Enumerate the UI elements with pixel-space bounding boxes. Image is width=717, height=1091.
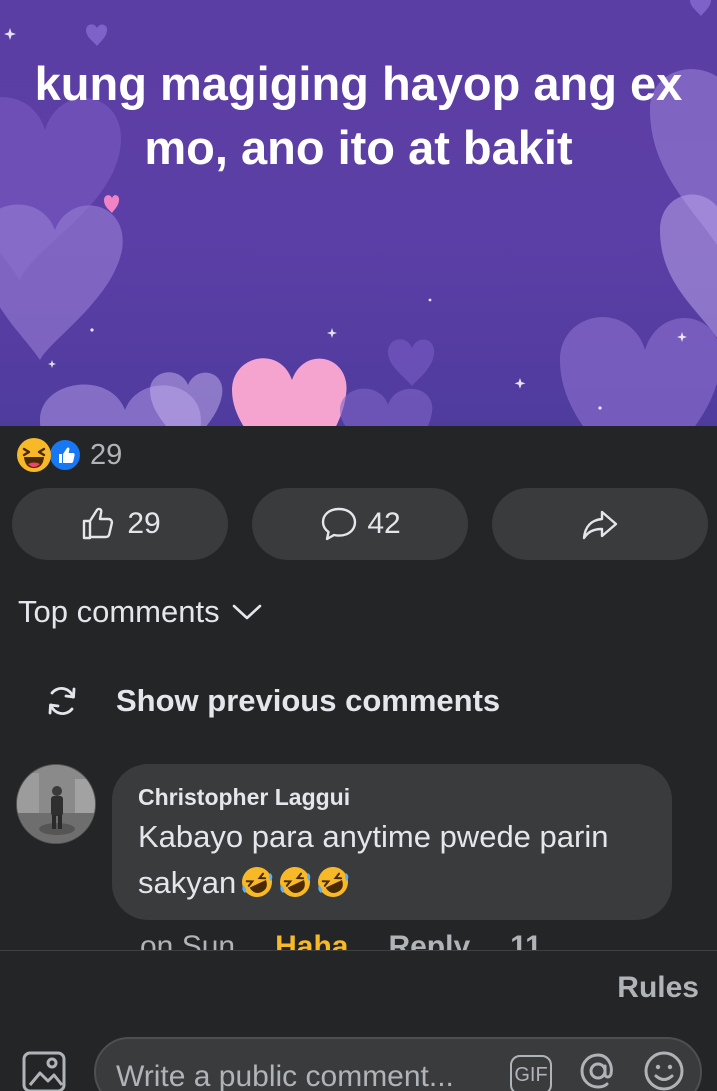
like-button[interactable]: 29 [12, 488, 228, 560]
comment-button[interactable]: 42 [252, 488, 468, 560]
comment-sort-dropdown[interactable]: Top comments [18, 588, 262, 636]
show-previous-comments[interactable]: Show previous comments [44, 676, 500, 726]
haha-icon [16, 437, 52, 473]
photo-icon[interactable] [22, 1051, 70, 1091]
comment-time: on Sun [140, 930, 236, 952]
reaction-count: 29 [90, 438, 123, 471]
reaction-summary[interactable]: 29 [16, 436, 122, 474]
avatar[interactable] [16, 764, 96, 844]
comment-icon [322, 507, 357, 541]
share-button[interactable] [492, 488, 708, 560]
avatar-photo [17, 765, 95, 843]
reply-button[interactable]: Reply [388, 930, 470, 952]
comment-author[interactable]: Christopher Laggui [138, 782, 646, 812]
comment-bubble[interactable]: Christopher Laggui Kabayo para anytime p… [112, 764, 672, 920]
rolling-laughing-emoji [280, 867, 311, 897]
refresh-icon [48, 686, 76, 716]
rolling-laughing-emoji [318, 867, 349, 897]
comment-reaction-button[interactable]: Haha [275, 930, 348, 952]
comment-composer: Rules GIF [0, 950, 717, 1091]
rolling-laughing-emoji [242, 867, 273, 897]
comment-text-body: Kabayo para anytime pwede parin sakyan [138, 819, 609, 900]
post-banner[interactable]: kung magiging hayop ang ex mo, ano ito a… [0, 0, 717, 426]
like-icon [48, 438, 82, 472]
comment-input[interactable] [116, 1057, 496, 1091]
mention-icon[interactable] [576, 1049, 620, 1091]
share-icon [582, 510, 618, 540]
chevron-down-icon [232, 604, 261, 620]
post-title: kung magiging hayop ang ex mo, ano ito a… [34, 57, 683, 174]
gif-button[interactable]: GIF [510, 1055, 552, 1091]
rules-link[interactable]: Rules [617, 971, 699, 1005]
thumbs-up-icon [83, 507, 114, 540]
comment-sort-label: Top comments [18, 594, 220, 629]
comment-text: Kabayo para anytime pwede parin sakyan [138, 814, 646, 906]
emoji-icon[interactable] [642, 1049, 686, 1091]
comment-reaction-count: 11 [510, 930, 542, 952]
comment-meta: on Sun Haha Reply 11 [140, 930, 542, 952]
show-previous-comments-label: Show previous comments [116, 683, 501, 718]
comment-input-container[interactable]: GIF [94, 1037, 702, 1091]
post-actions: 29 42 [12, 488, 708, 560]
comment-count: 42 [367, 507, 401, 540]
like-count: 29 [127, 507, 161, 540]
